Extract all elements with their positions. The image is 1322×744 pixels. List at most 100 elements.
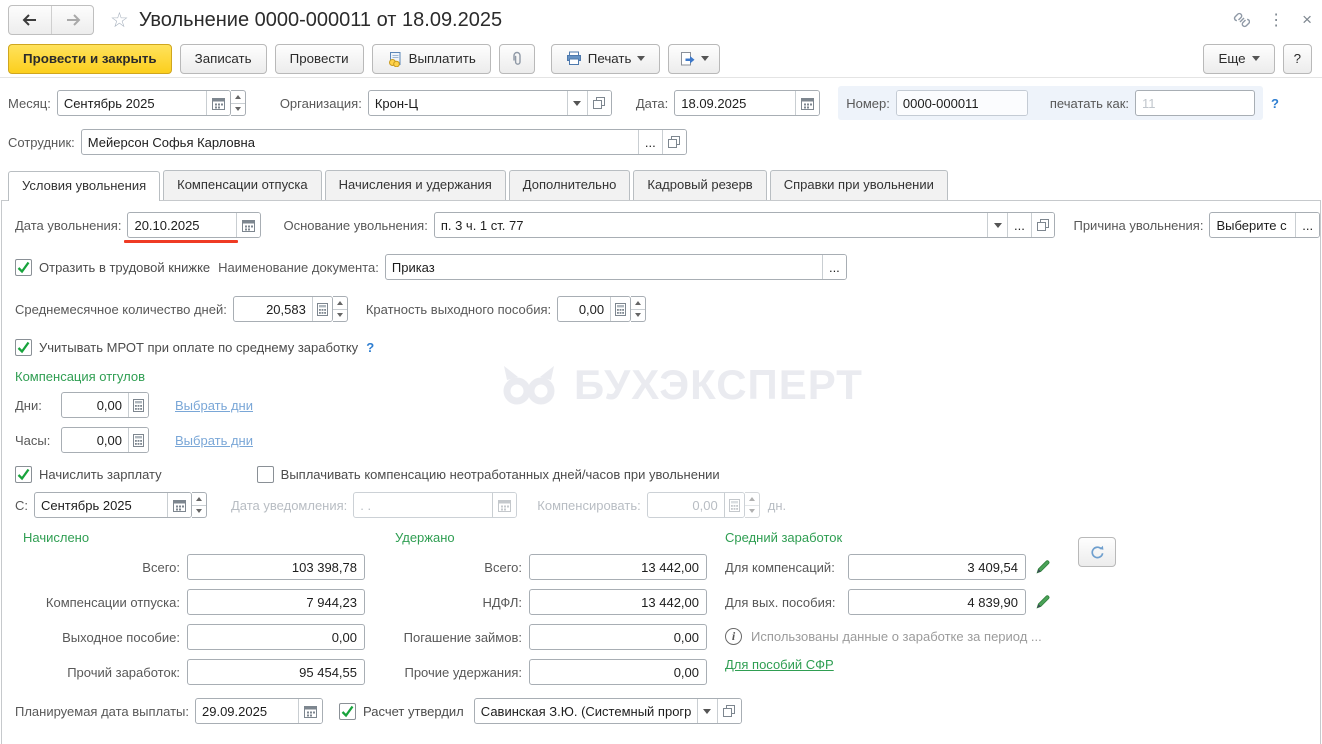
cause-field[interactable]: Выберите с ... <box>1209 212 1320 238</box>
planned-date-field[interactable]: 29.09.2025 <box>195 698 323 724</box>
calendar-icon[interactable] <box>167 493 191 517</box>
edit-pencil-icon[interactable] <box>1034 593 1052 611</box>
ellipsis-button[interactable]: ... <box>821 255 846 279</box>
workbook-checkbox-label[interactable]: Отразить в трудовой книжке <box>39 260 210 275</box>
avg-days-field[interactable]: 20,583 <box>232 296 333 322</box>
approved-checkbox-label[interactable]: Расчет утвердил <box>363 704 464 719</box>
forward-button[interactable] <box>51 6 93 34</box>
refresh-button[interactable] <box>1078 537 1116 567</box>
pay-icon <box>388 51 401 67</box>
avg-compensation-field[interactable]: 3 409,54 <box>848 554 1026 580</box>
calculator-icon[interactable] <box>311 297 332 321</box>
write-button[interactable]: Записать <box>179 43 267 74</box>
month-spinner[interactable] <box>230 90 246 116</box>
basis-field[interactable]: п. 3 ч. 1 ст. 77 ... <box>433 212 1056 238</box>
accrue-salary-checkbox[interactable] <box>15 466 32 483</box>
post-button[interactable]: Провести <box>274 43 364 74</box>
calculator-icon[interactable] <box>610 297 631 321</box>
chevron-down-icon[interactable] <box>696 699 717 723</box>
severance-spinner[interactable] <box>631 296 647 322</box>
avg-severance-field[interactable]: 4 839,90 <box>848 589 1026 615</box>
open-icon[interactable] <box>1030 213 1055 237</box>
from-field[interactable]: Сентябрь 2025 <box>34 492 192 518</box>
workbook-checkbox[interactable] <box>15 258 32 276</box>
tab-dismissal-conditions[interactable]: Условия увольнения <box>8 171 161 201</box>
date-label: Дата: <box>635 95 669 111</box>
refresh-icon <box>1090 545 1103 558</box>
toolbar: Провести и закрыть Записать Провести Вып… <box>0 40 1322 78</box>
employee-field[interactable]: Мейерсон Софья Карловна ... <box>80 129 687 155</box>
accrued-total-field[interactable]: 103 398,78 <box>187 554 365 580</box>
open-icon[interactable] <box>716 699 741 723</box>
date-field[interactable]: 18.09.2025 <box>674 90 821 116</box>
dismissal-date-field[interactable]: 20.10.2025 <box>127 212 262 238</box>
favorite-star-icon[interactable]: ☆ <box>110 10 129 31</box>
pay-button[interactable]: Выплатить <box>371 43 491 74</box>
accrue-salary-label[interactable]: Начислить зарплату <box>39 467 162 482</box>
avg-days-spinner[interactable] <box>332 296 348 322</box>
accrued-vacation-label: Компенсации отпуска: <box>45 594 180 610</box>
chevron-down-icon[interactable] <box>566 91 587 115</box>
select-hours-link[interactable]: Выбрать дни <box>175 433 253 448</box>
accrued-other-field[interactable]: 95 454,55 <box>187 659 365 685</box>
calculator-icon[interactable] <box>128 393 148 417</box>
tab-personnel-reserve[interactable]: Кадровый резерв <box>633 170 767 200</box>
approver-value: Савинская З.Ю. (Системный прогр <box>480 703 692 719</box>
withheld-ndfl-field[interactable]: 13 442,00 <box>529 589 707 615</box>
tab-additional[interactable]: Дополнительно <box>508 170 631 200</box>
organization-field[interactable]: Крон-Ц <box>367 90 612 116</box>
accrued-vacation-field[interactable]: 7 944,23 <box>187 589 365 615</box>
pay-unworked-checkbox[interactable] <box>256 466 274 483</box>
ellipsis-button[interactable]: ... <box>1007 213 1031 237</box>
select-days-link[interactable]: Выбрать дни <box>175 398 253 413</box>
ellipsis-button[interactable]: ... <box>637 130 662 154</box>
info-icon[interactable]: i <box>725 628 742 645</box>
close-icon[interactable]: × <box>1302 10 1312 30</box>
approved-checkbox[interactable] <box>339 702 356 720</box>
help-icon[interactable]: ? <box>366 340 374 355</box>
number-field[interactable]: 0000-000011 <box>895 90 1028 116</box>
mrot-checkbox[interactable] <box>15 339 32 356</box>
help-icon[interactable]: ? <box>1271 96 1279 111</box>
withheld-loans-field[interactable]: 0,00 <box>529 624 707 650</box>
open-icon[interactable] <box>661 130 686 154</box>
doc-name-field[interactable]: Приказ ... <box>384 254 847 280</box>
from-spinner[interactable] <box>192 492 207 518</box>
print-as-field[interactable]: 11 <box>1135 90 1256 116</box>
avg-severance-label: Для вых. пособия: <box>725 594 836 610</box>
calculator-icon[interactable] <box>128 428 148 452</box>
chevron-down-icon[interactable] <box>987 213 1008 237</box>
edit-pencil-icon[interactable] <box>1034 558 1052 576</box>
more-button[interactable]: Еще <box>1203 43 1275 74</box>
tab-dismissal-certificates[interactable]: Справки при увольнении <box>769 170 948 200</box>
calendar-icon[interactable] <box>298 699 322 723</box>
hours-field[interactable]: 0,00 <box>61 427 149 453</box>
post-and-close-button[interactable]: Провести и закрыть <box>8 43 172 74</box>
open-icon[interactable] <box>586 91 611 115</box>
severance-field[interactable]: 0,00 <box>557 296 632 322</box>
accrued-severance-field[interactable]: 0,00 <box>187 624 365 650</box>
back-button[interactable] <box>9 6 51 34</box>
calendar-icon[interactable] <box>795 91 820 115</box>
month-field[interactable]: Сентябрь 2025 <box>56 90 231 116</box>
basis-label: Основание увольнения: <box>283 217 428 233</box>
withheld-other-field[interactable]: 0,00 <box>529 659 707 685</box>
help-button[interactable]: ? <box>1282 43 1312 74</box>
calendar-icon[interactable] <box>205 91 230 115</box>
pay-unworked-label[interactable]: Выплачивать компенсацию неотработанных д… <box>281 467 720 482</box>
approver-field[interactable]: Савинская З.Ю. (Системный прогр <box>473 698 742 724</box>
export-button[interactable] <box>668 43 721 74</box>
attachments-button[interactable] <box>498 43 535 74</box>
link-icon[interactable] <box>1233 12 1251 29</box>
tab-accruals-deductions[interactable]: Начисления и удержания <box>324 170 506 200</box>
mrot-checkbox-label[interactable]: Учитывать МРОТ при оплате по среднему за… <box>39 340 358 355</box>
tab-vacation-compensation[interactable]: Компенсации отпуска <box>163 170 322 200</box>
kebab-menu-icon[interactable]: ⋮ <box>1268 10 1284 30</box>
ellipsis-button[interactable]: ... <box>1295 213 1319 237</box>
days-field[interactable]: 0,00 <box>61 392 149 418</box>
compensate-label: Компенсировать: <box>537 497 641 513</box>
calendar-icon[interactable] <box>236 213 261 237</box>
print-button[interactable]: Печать <box>550 43 661 74</box>
withheld-total-field[interactable]: 13 442,00 <box>529 554 707 580</box>
sfr-benefits-link[interactable]: Для пособий СФР <box>725 657 834 672</box>
